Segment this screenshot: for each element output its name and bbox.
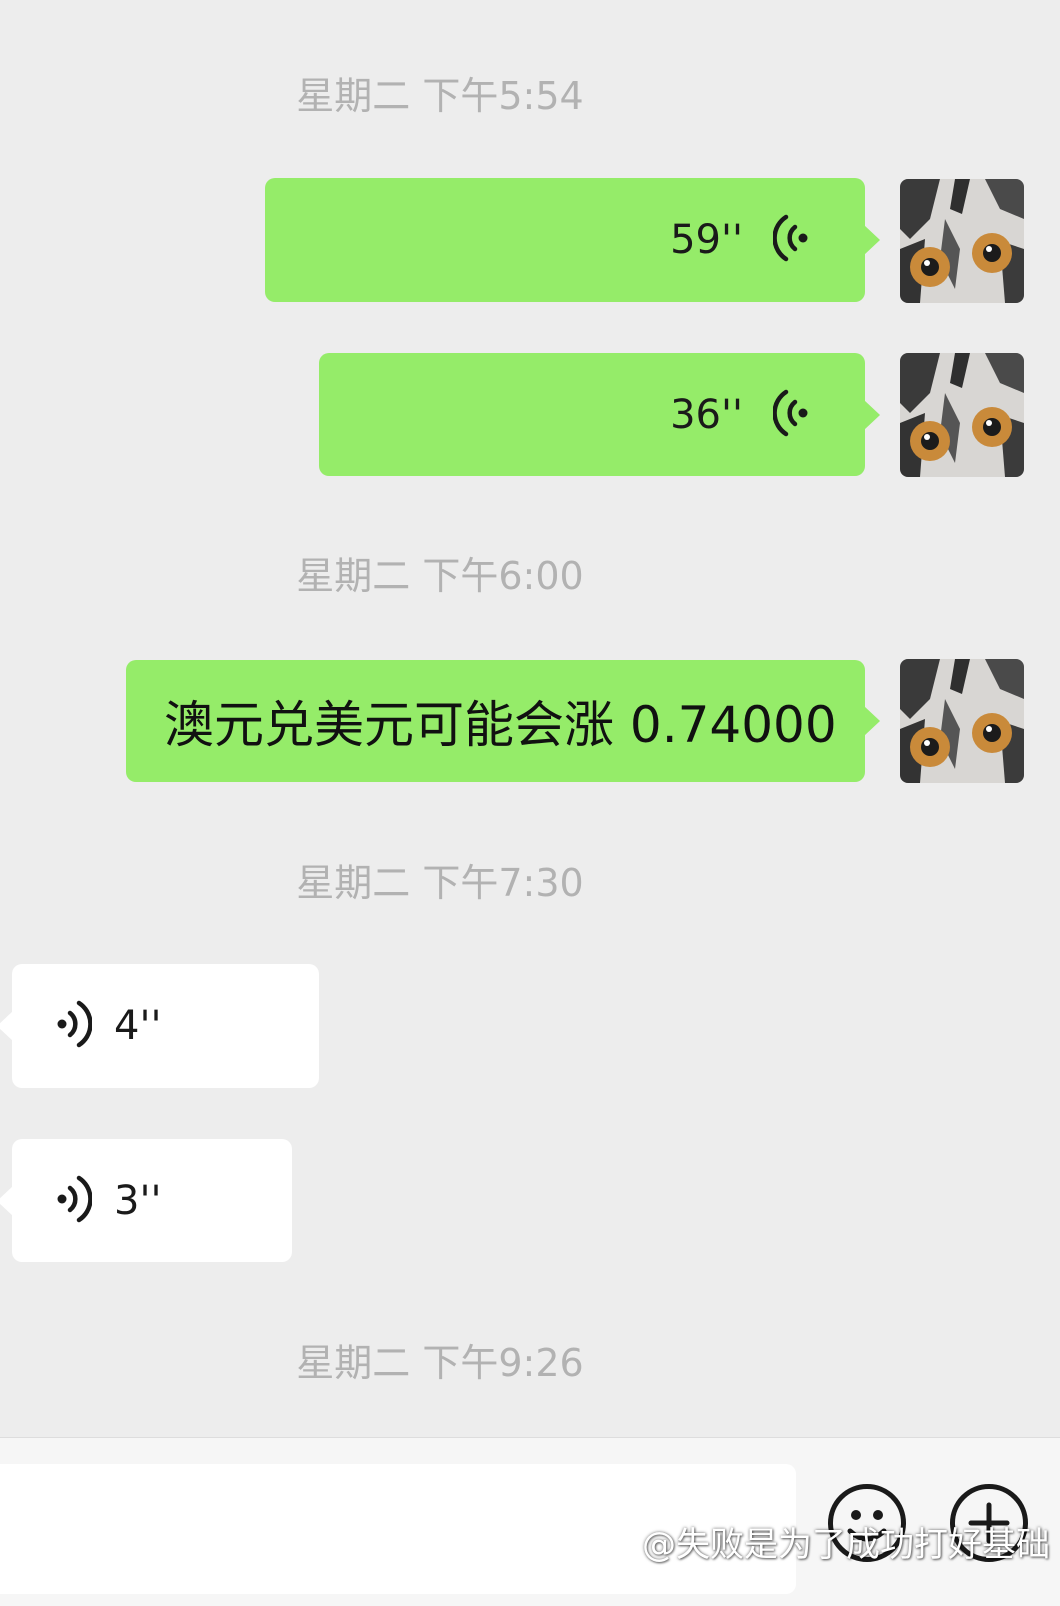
voice-wave-icon: [54, 1173, 93, 1229]
message-text: 澳元兑美元可能会涨 0.74000: [164, 696, 837, 754]
timestamp-3: 星期二 下午7:30: [296, 861, 584, 905]
voice-wave-icon: [54, 998, 93, 1054]
timestamp-2: 星期二 下午6:00: [296, 554, 584, 598]
voice-message-sent[interactable]: 59'': [265, 178, 880, 302]
voice-wave-icon: [772, 212, 813, 268]
voice-duration: 4'': [114, 1003, 162, 1049]
voice-message-received[interactable]: 4'': [0, 964, 319, 1088]
my-avatar[interactable]: [900, 659, 1024, 783]
my-avatar[interactable]: [900, 179, 1024, 303]
voice-duration: 36'': [670, 391, 743, 438]
watermark: @失败是为了成功打好基础: [600, 1517, 1050, 1566]
voice-message-received[interactable]: 3'': [0, 1139, 292, 1262]
voice-duration: 59'': [670, 217, 743, 263]
timestamp-4: 星期二 下午9:26: [296, 1341, 584, 1385]
timestamp-1: 星期二 下午5:54: [296, 74, 584, 118]
my-avatar[interactable]: [900, 353, 1024, 477]
voice-wave-icon: [772, 387, 813, 443]
weibo-logo-icon: [600, 1520, 636, 1563]
watermark-text: @失败是为了成功打好基础: [642, 1525, 1050, 1565]
voice-duration: 3'': [114, 1177, 162, 1224]
text-message-sent[interactable]: 澳元兑美元可能会涨 0.74000: [126, 660, 880, 782]
voice-message-sent[interactable]: 36'': [319, 353, 880, 476]
